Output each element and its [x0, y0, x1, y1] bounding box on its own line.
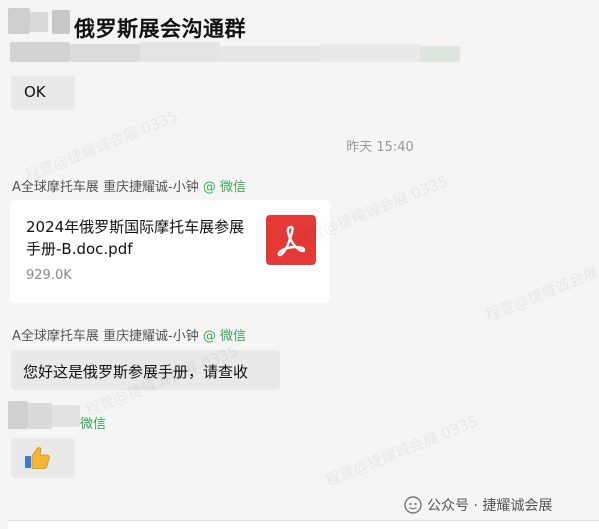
blurred-avatar: [30, 12, 48, 32]
blurred-avatar: [8, 8, 30, 34]
chat-title[interactable]: 俄罗斯展会沟通群: [74, 13, 246, 43]
official-account-name: 公众号 · 捷耀诚会展: [427, 498, 553, 514]
message-bubble-emoji[interactable]: [11, 438, 75, 478]
file-message-card[interactable]: 2024年俄罗斯国际摩托车展参展手册-B.doc.pdf 929.0K: [10, 200, 330, 303]
sender-name: A全球摩托车展 重庆捷耀诚-小钟 @ 微信: [12, 180, 246, 195]
watermark: 程萱@捷耀诚会展 0335: [482, 247, 599, 325]
sender-name: A全球摩托车展 重庆捷耀诚-小钟 @ 微信: [12, 329, 246, 344]
wechat-tag: @ 微信: [202, 329, 246, 344]
blurred-sender-name: [52, 405, 80, 427]
message-bubble-ok[interactable]: OK: [11, 76, 75, 110]
blurred-avatar: [52, 10, 70, 34]
thumbs-up-icon: [24, 446, 50, 470]
wechat-tag: @ 微信: [202, 180, 246, 195]
blurred-sender-name: [8, 401, 28, 429]
file-name: 2024年俄罗斯国际摩托车展参展手册-B.doc.pdf: [26, 218, 245, 258]
message-text: OK: [24, 83, 46, 101]
chat-header: 俄罗斯展会沟通群: [0, 0, 599, 62]
wechat-official-account-icon: [404, 496, 422, 514]
file-size: 929.0K: [26, 268, 72, 283]
blurred-sender-name: [28, 403, 52, 429]
blurred-member-strip: [0, 40, 460, 64]
official-account-label: 公众号 · 捷耀诚会展: [404, 495, 552, 515]
watermark: 程萱@捷耀诚会展 0335: [322, 412, 481, 490]
